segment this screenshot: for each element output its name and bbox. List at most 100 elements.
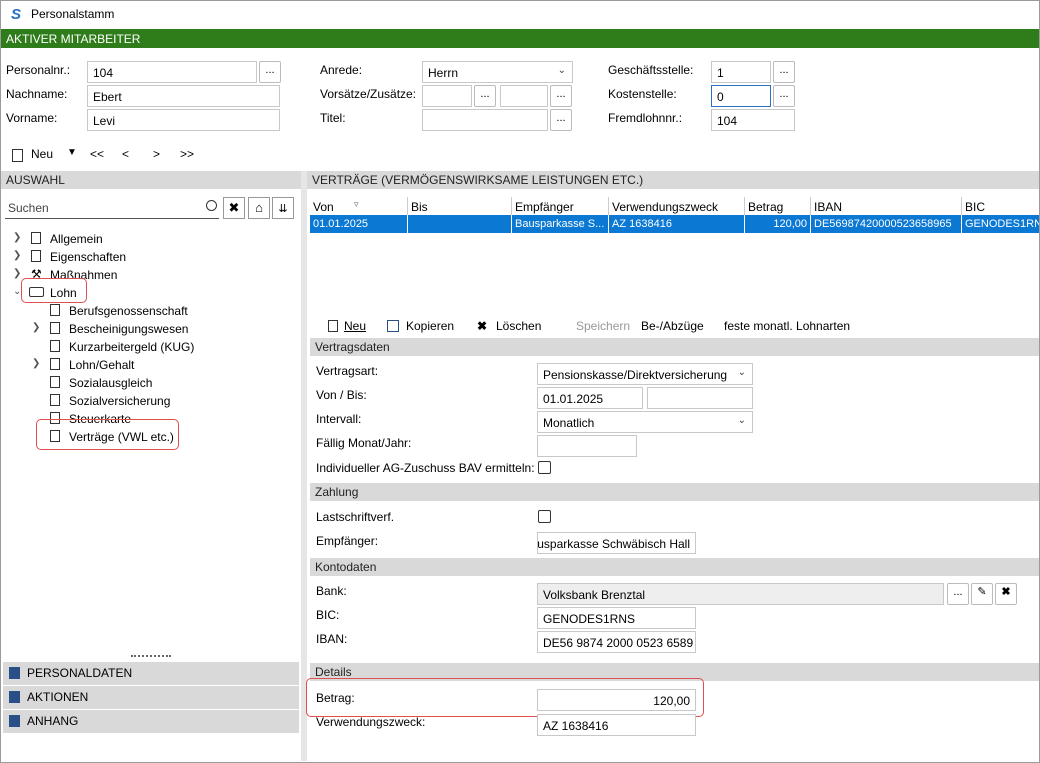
table-cell[interactable] xyxy=(408,215,512,233)
section-zahlung: Zahlung xyxy=(310,483,1039,501)
delete-icon: ✖ xyxy=(477,319,488,333)
panel-personaldaten[interactable]: PERSONALDATEN xyxy=(3,662,299,685)
iban-field[interactable]: DE56 9874 2000 0523 6589 65 xyxy=(537,631,696,653)
panel-label: AKTIONEN xyxy=(27,690,89,704)
personalnr-lookup-button[interactable]: ... xyxy=(259,61,281,83)
column-header-empfaenger[interactable]: Empfänger xyxy=(512,197,609,215)
faellig-field[interactable] xyxy=(537,435,637,457)
bank-remove-button[interactable]: ✖ xyxy=(995,583,1017,605)
first-record-button[interactable]: << xyxy=(90,147,104,161)
anrede-select[interactable]: Herrn ⌄ xyxy=(422,61,573,83)
search-placeholder: Suchen xyxy=(8,201,49,215)
kostenstelle-field[interactable]: 0 xyxy=(711,85,771,107)
bank-lookup-button[interactable]: ... xyxy=(947,583,969,605)
kostenstelle-lookup-button[interactable]: ... xyxy=(773,85,795,107)
vorsaetze-lookup-button[interactable]: ... xyxy=(474,85,496,107)
verwendungszweck-label: Verwendungszweck: xyxy=(316,715,426,729)
table-cell[interactable]: DE56987420000523658965 xyxy=(811,215,962,233)
contract-copy-button[interactable]: Kopieren xyxy=(406,319,454,333)
tree-item-label: Bescheinigungswesen xyxy=(69,322,189,336)
titel-field[interactable] xyxy=(422,109,548,131)
splitter[interactable] xyxy=(301,171,307,761)
resize-grip[interactable] xyxy=(131,655,171,657)
new-document-icon xyxy=(12,149,23,162)
panel-aktionen[interactable]: AKTIONEN xyxy=(3,686,299,709)
bic-label: BIC: xyxy=(316,608,340,622)
contract-delete-button[interactable]: Löschen xyxy=(496,319,541,333)
table-cell[interactable]: Bausparkasse S... xyxy=(512,215,609,233)
lastschrift-checkbox[interactable] xyxy=(538,510,551,523)
table-cell[interactable]: AZ 1638416 xyxy=(609,215,745,233)
column-header-betrag[interactable]: Betrag xyxy=(745,197,811,215)
zusaetze-lookup-button[interactable]: ... xyxy=(550,85,572,107)
tree-item-label: Lohn/Gehalt xyxy=(69,358,135,372)
bank-field[interactable]: Volksbank Brenztal xyxy=(537,583,944,605)
zusaetze-field[interactable] xyxy=(500,85,548,107)
chevron-double-down-icon: ⇊ xyxy=(278,203,288,215)
panel-anhang[interactable]: ANHANG xyxy=(3,710,299,733)
geschaeftsstelle-lookup-button[interactable]: ... xyxy=(773,61,795,83)
search-icon[interactable] xyxy=(206,200,217,211)
column-header-iban[interactable]: IBAN xyxy=(811,197,962,215)
previous-record-button[interactable]: < xyxy=(122,147,129,161)
collapse-all-button[interactable]: ⇊ xyxy=(272,197,294,219)
verwendungszweck-field[interactable]: AZ 1638416 xyxy=(537,714,696,736)
next-record-button[interactable]: > xyxy=(153,147,160,161)
bank-edit-button[interactable]: ✎ xyxy=(971,583,993,605)
contract-new-button[interactable]: Neu xyxy=(344,319,366,333)
window-title: Personalstamm xyxy=(31,7,115,21)
iban-label: IBAN: xyxy=(316,632,348,646)
copy-icon xyxy=(387,320,399,332)
vorsaetze-field[interactable] xyxy=(422,85,472,107)
table-cell[interactable]: 01.01.2025 xyxy=(310,215,408,233)
bic-field[interactable]: GENODES1RNS xyxy=(537,607,696,629)
tree-search-input[interactable]: Suchen xyxy=(5,197,219,219)
chevron-right-icon[interactable]: ❯ xyxy=(13,232,21,243)
column-header-verwendungszweck[interactable]: Verwendungszweck xyxy=(609,197,745,215)
title-bar: S Personalstamm xyxy=(1,1,1039,29)
vertragsart-value: Pensionskasse/Direktversicherung xyxy=(543,368,728,382)
contract-save-button[interactable]: Speichern xyxy=(576,319,630,333)
intervall-select[interactable]: Monatlich ⌄ xyxy=(537,411,753,433)
record-navigation: Neu ▼ << < > >> xyxy=(1,143,301,167)
attachment-icon xyxy=(9,715,20,727)
column-header-bic[interactable]: BIC xyxy=(962,197,1039,215)
bis-date-field[interactable] xyxy=(647,387,753,409)
empfaenger-field[interactable]: Bausparkasse Schwäbisch Hall xyxy=(537,532,696,554)
nachname-field[interactable]: Ebert xyxy=(87,85,280,107)
actions-icon xyxy=(9,691,20,703)
table-cell[interactable]: 120,00 xyxy=(745,215,811,233)
last-record-button[interactable]: >> xyxy=(180,147,194,161)
feste-lohnarten-button[interactable]: feste monatl. Lohnarten xyxy=(724,319,850,333)
chevron-right-icon[interactable]: ❯ xyxy=(32,322,40,333)
chevron-right-icon[interactable]: ❯ xyxy=(32,358,40,369)
column-header-bis[interactable]: Bis xyxy=(408,197,512,215)
chevron-down-icon[interactable]: ⌄ xyxy=(13,286,21,297)
von-date-field[interactable]: 01.01.2025 xyxy=(537,387,643,409)
personalnr-field[interactable]: 104 xyxy=(87,61,257,83)
geschaeftsstelle-field[interactable]: 1 xyxy=(711,61,771,83)
section-vertragsdaten: Vertragsdaten xyxy=(310,338,1039,356)
chevron-right-icon[interactable]: ❯ xyxy=(13,268,21,279)
titel-lookup-button[interactable]: ... xyxy=(550,109,572,131)
be-abzuege-button[interactable]: Be-/Abzüge xyxy=(641,319,704,333)
new-record-button[interactable]: Neu xyxy=(31,147,53,161)
fremdlohnnr-field[interactable]: 104 xyxy=(711,109,795,131)
close-icon: ✖ xyxy=(1001,586,1011,598)
chevron-right-icon[interactable]: ❯ xyxy=(13,250,21,261)
new-dropdown-chevron-icon[interactable]: ▼ xyxy=(67,147,77,158)
betrag-field[interactable]: 120,00 xyxy=(537,689,696,711)
home-button[interactable]: ⌂ xyxy=(248,197,270,219)
pencil-icon: ✎ xyxy=(977,586,987,598)
document-icon xyxy=(50,394,60,406)
betrag-label: Betrag: xyxy=(316,691,355,705)
clear-search-button[interactable]: ✖ xyxy=(223,197,245,219)
vorname-field[interactable]: Levi xyxy=(87,109,280,131)
column-header-von[interactable]: Von ▿ xyxy=(310,197,408,215)
document-icon xyxy=(50,376,60,388)
vorsaetze-label: Vorsätze/Zusätze: xyxy=(320,87,417,101)
table-cell[interactable]: GENODES1RNS xyxy=(962,215,1039,233)
active-employee-banner: AKTIVER MITARBEITER xyxy=(1,29,1039,48)
ag-zuschuss-checkbox[interactable] xyxy=(538,461,551,474)
vertragsart-select[interactable]: Pensionskasse/Direktversicherung ⌄ xyxy=(537,363,753,385)
